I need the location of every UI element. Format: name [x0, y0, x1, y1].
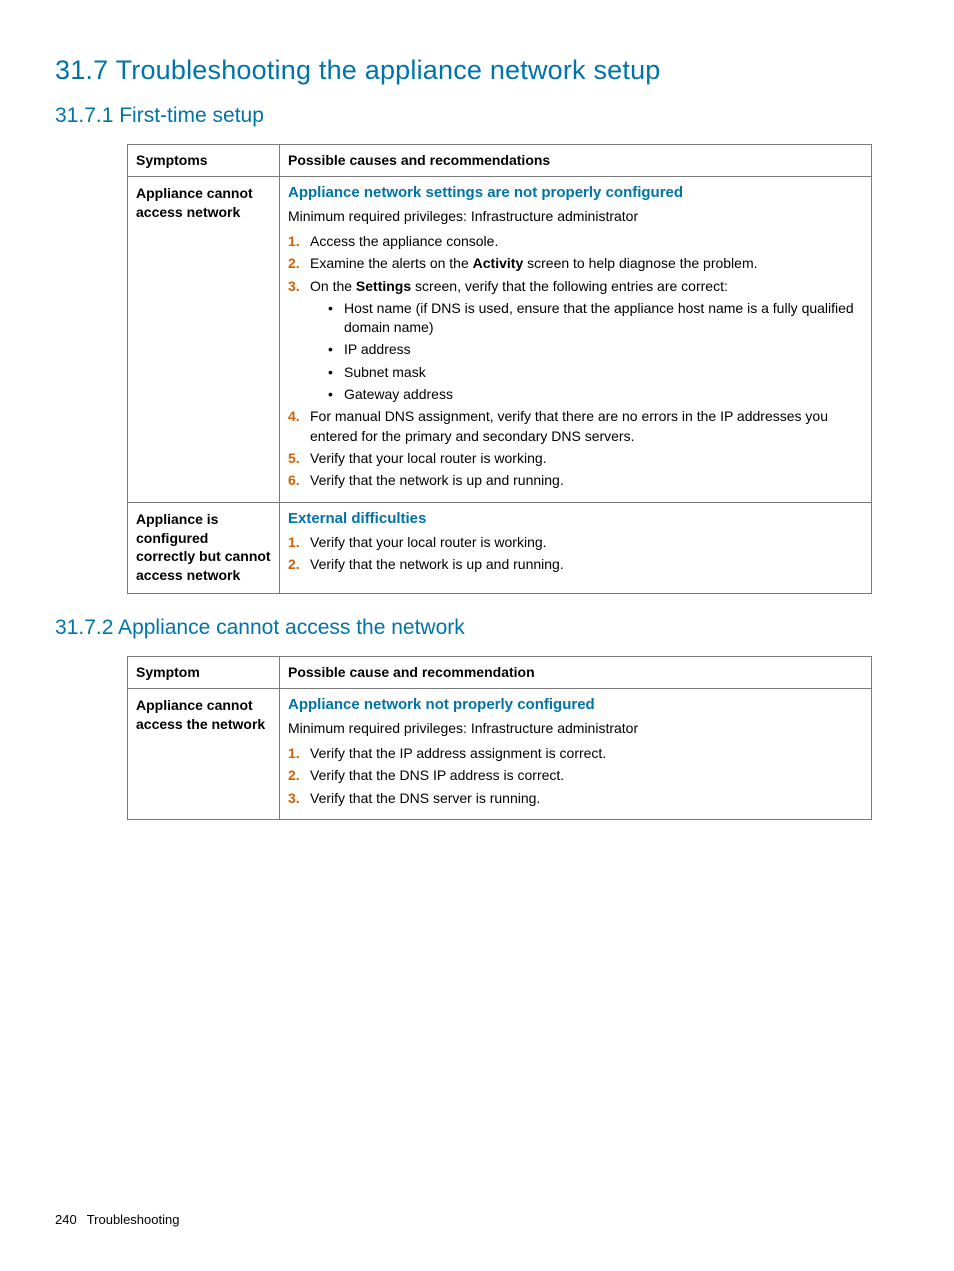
list-item: For manual DNS assignment, verify that t… [288, 407, 863, 446]
cause-cell: Appliance network not properly configure… [280, 689, 872, 820]
table-header-row: Symptoms Possible causes and recommendat… [128, 145, 872, 177]
step-text-post: screen to help diagnose the problem. [523, 255, 757, 271]
list-item: Examine the alerts on the Activity scree… [288, 254, 863, 273]
section-heading-31-7-2: 31.7.2 Appliance cannot access the netwo… [55, 616, 899, 640]
cause-cell: Appliance network settings are not prope… [280, 177, 872, 503]
list-item: Verify that your local router is working… [288, 533, 863, 552]
cause-heading: Appliance network settings are not prope… [288, 184, 863, 201]
col-header-cause: Possible cause and recommendation [280, 657, 872, 689]
list-item: IP address [310, 340, 863, 359]
list-item: Verify that the network is up and runnin… [288, 555, 863, 574]
list-item: Verify that the DNS server is running. [288, 789, 863, 808]
col-header-causes: Possible causes and recommendations [280, 145, 872, 177]
table-header-row: Symptom Possible cause and recommendatio… [128, 657, 872, 689]
footer-section-name: Troubleshooting [87, 1212, 180, 1227]
step-text-bold: Settings [356, 278, 411, 294]
list-item: Verify that your local router is working… [288, 449, 863, 468]
cause-heading: External difficulties [288, 510, 863, 527]
step-text-pre: Examine the alerts on the [310, 255, 473, 271]
step-text-post: screen, verify that the following entrie… [411, 278, 728, 294]
list-item: Subnet mask [310, 363, 863, 382]
col-header-symptom: Symptom [128, 657, 280, 689]
privilege-note: Minimum required privileges: Infrastruct… [288, 719, 863, 738]
list-item: Verify that the network is up and runnin… [288, 471, 863, 490]
symptom-cell: Appliance cannot access the network [128, 689, 280, 820]
section-heading-31-7: 31.7 Troubleshooting the appliance netwo… [55, 55, 899, 86]
cause-cell: External difficulties Verify that your l… [280, 502, 872, 594]
cause-heading: Appliance network not properly configure… [288, 696, 863, 713]
page-footer: 240 Troubleshooting [55, 1212, 179, 1227]
steps-list: Verify that your local router is working… [288, 533, 863, 575]
list-item: Verify that the DNS IP address is correc… [288, 766, 863, 785]
page-content: 31.7 Troubleshooting the appliance netwo… [0, 0, 954, 820]
table-row: Appliance is configured correctly but ca… [128, 502, 872, 594]
section-heading-31-7-1: 31.7.1 First-time setup [55, 104, 899, 128]
list-item: Host name (if DNS is used, ensure that t… [310, 299, 863, 338]
symptom-cell: Appliance is configured correctly but ca… [128, 502, 280, 594]
troubleshooting-table-cannot-access: Symptom Possible cause and recommendatio… [127, 656, 872, 820]
list-item: Gateway address [310, 385, 863, 404]
troubleshooting-table-first-time-setup: Symptoms Possible causes and recommendat… [127, 144, 872, 594]
list-item: Access the appliance console. [288, 232, 863, 251]
list-item: On the Settings screen, verify that the … [288, 277, 863, 405]
list-item: Verify that the IP address assignment is… [288, 744, 863, 763]
table-row: Appliance cannot access network Applianc… [128, 177, 872, 503]
steps-list: Verify that the IP address assignment is… [288, 744, 863, 808]
steps-list: Access the appliance console. Examine th… [288, 232, 863, 491]
step-text-pre: On the [310, 278, 356, 294]
sub-bullet-list: Host name (if DNS is used, ensure that t… [310, 299, 863, 405]
symptom-cell: Appliance cannot access network [128, 177, 280, 503]
page-number: 240 [55, 1212, 77, 1227]
table-row: Appliance cannot access the network Appl… [128, 689, 872, 820]
col-header-symptoms: Symptoms [128, 145, 280, 177]
step-text-bold: Activity [473, 255, 524, 271]
privilege-note: Minimum required privileges: Infrastruct… [288, 207, 863, 226]
